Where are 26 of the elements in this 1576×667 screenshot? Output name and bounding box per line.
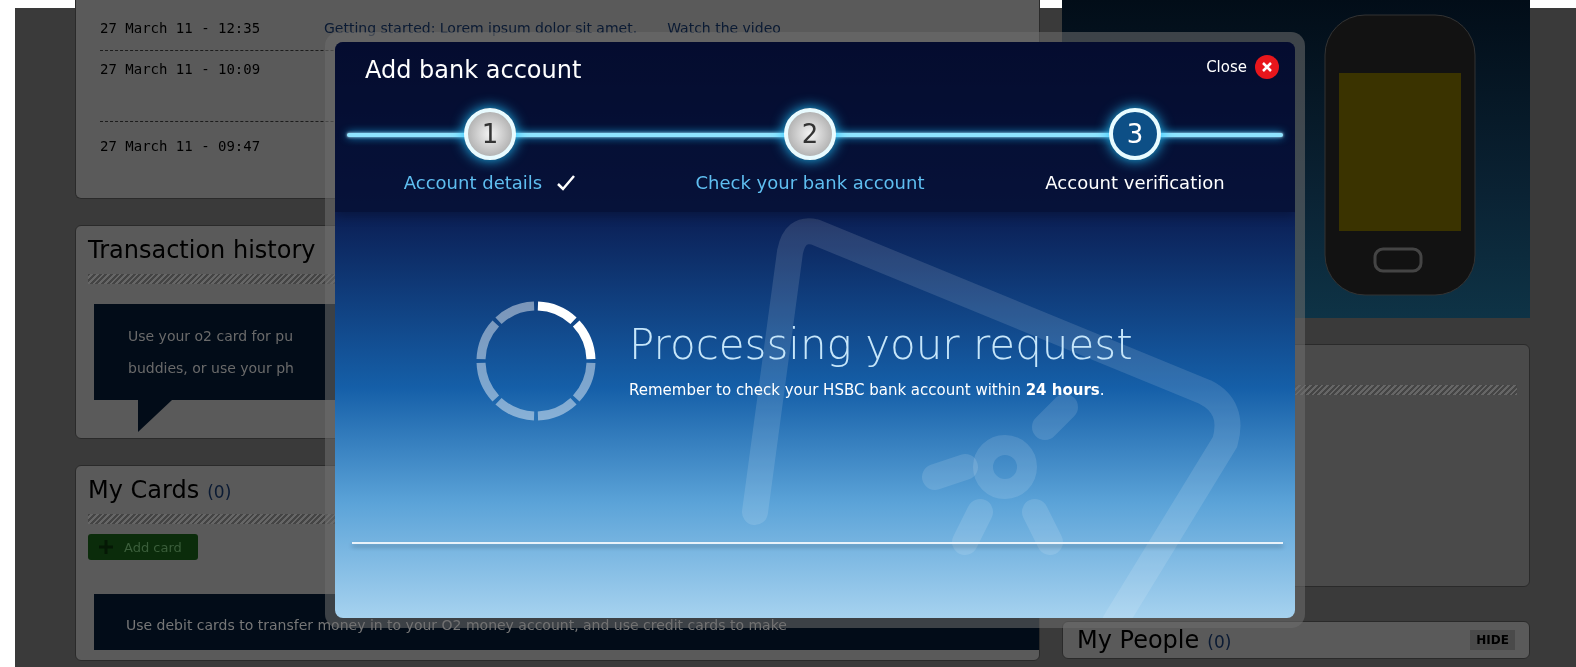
activity-time: 27 March 11 - 12:35 bbox=[100, 20, 262, 38]
step-label: Check your bank account bbox=[695, 172, 925, 193]
check-icon bbox=[556, 173, 577, 192]
processing-heading: Processing your request bbox=[629, 320, 1133, 369]
watch-video-link[interactable]: Watch the video bbox=[667, 20, 781, 40]
step-label: Account verification bbox=[1045, 172, 1225, 193]
loading-spinner-icon bbox=[475, 300, 597, 422]
card-count: (0) bbox=[207, 482, 232, 502]
dialog-title: Add bank account bbox=[365, 56, 582, 84]
hide-button[interactable]: HIDE bbox=[1470, 630, 1515, 650]
processing-message: Remember to check your HSBC bank account within 24 hours. bbox=[629, 381, 1106, 399]
step-circle: 3 bbox=[1109, 108, 1161, 160]
step-label: Account details bbox=[403, 172, 543, 193]
people-count: (0) bbox=[1207, 632, 1232, 652]
step-circle: 1 bbox=[464, 108, 516, 160]
activity-time: 27 March 11 - 10:09 bbox=[100, 61, 262, 79]
panel-title: My Cards bbox=[88, 476, 200, 504]
step-circle: 2 bbox=[784, 108, 836, 160]
activity-text: Getting started: Lorem ipsum dolor sit amet. bbox=[324, 20, 638, 38]
panel-title: My People bbox=[1077, 626, 1200, 654]
close-button[interactable]: Close bbox=[1200, 54, 1285, 80]
info-text: buddies, or use your ph bbox=[128, 359, 294, 378]
panel-title: Transaction history bbox=[88, 236, 316, 264]
activity-time: 27 March 11 - 09:47 bbox=[100, 138, 262, 156]
info-text: Use your o2 card for pu bbox=[128, 327, 294, 346]
close-icon bbox=[1255, 55, 1279, 79]
